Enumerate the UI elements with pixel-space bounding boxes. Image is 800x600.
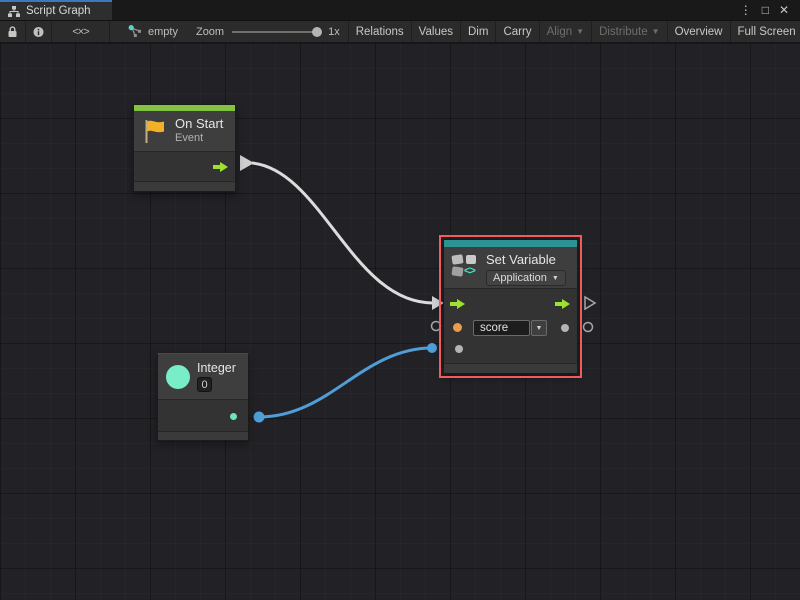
chevron-down-icon: ▼ bbox=[536, 325, 543, 332]
lock-icon bbox=[7, 26, 18, 38]
info-button[interactable] bbox=[26, 21, 52, 42]
value-wire-end-dot[interactable] bbox=[427, 343, 437, 353]
code-brackets-icon: <> bbox=[464, 265, 475, 277]
node-title: Integer bbox=[197, 361, 236, 375]
set-variable-icon: <> bbox=[452, 254, 479, 279]
node-footer bbox=[158, 431, 248, 440]
node-body: score ▼ bbox=[444, 288, 577, 363]
integer-circle-icon bbox=[166, 365, 190, 389]
node-header[interactable]: Integer 0 bbox=[158, 354, 248, 399]
maximize-icon[interactable]: □ bbox=[757, 2, 774, 18]
node-header[interactable]: On Start Event bbox=[134, 111, 235, 151]
chevron-down-icon: ▼ bbox=[576, 27, 584, 36]
toolbar-button-group: Relations Values Dim Carry Align ▼ Distr… bbox=[348, 21, 800, 42]
node-title: Set Variable bbox=[486, 252, 566, 267]
variable-name-input-port[interactable] bbox=[453, 323, 462, 332]
control-wire[interactable] bbox=[252, 163, 433, 303]
node-subtitle: Event bbox=[175, 132, 223, 145]
integer-value: 0 bbox=[201, 379, 207, 391]
visual-scripting-window: Script Graph ⋮ □ ✕ <×> bbox=[0, 0, 800, 600]
graph-status-label: empty bbox=[148, 26, 178, 38]
values-button[interactable]: Values bbox=[411, 21, 460, 42]
control-output-port-icon[interactable] bbox=[213, 162, 229, 172]
node-footer bbox=[444, 363, 577, 373]
zoom-label: Zoom bbox=[196, 26, 224, 38]
align-button[interactable]: Align ▼ bbox=[539, 21, 592, 42]
value-wire-start-dot[interactable] bbox=[254, 412, 265, 423]
variable-scope-dropdown[interactable]: Application ▼ bbox=[486, 270, 566, 286]
dim-button[interactable]: Dim bbox=[460, 21, 495, 42]
value-wire[interactable] bbox=[259, 348, 432, 417]
code-icon: <×> bbox=[72, 26, 88, 38]
zoom-slider-knob[interactable] bbox=[312, 27, 322, 37]
node-accent-stripe bbox=[444, 240, 577, 247]
graph-hierarchy-icon bbox=[8, 6, 20, 17]
graph-pointer-indicator[interactable]: empty bbox=[110, 21, 188, 42]
scope-value: Application bbox=[493, 272, 547, 284]
titlebar: Script Graph ⋮ □ ✕ bbox=[0, 0, 800, 20]
value-output-indicator-icon[interactable] bbox=[584, 323, 593, 332]
value-output-port[interactable] bbox=[561, 324, 569, 332]
node-footer bbox=[134, 181, 235, 191]
integer-value-field[interactable]: 0 bbox=[197, 377, 212, 392]
tab-label: Script Graph bbox=[26, 5, 91, 17]
variable-name-value: score bbox=[480, 322, 508, 334]
control-output-indicator-icon[interactable] bbox=[585, 297, 595, 309]
node-body bbox=[134, 151, 235, 181]
graph-toolbar: <×> empty Zoom 1x Relations Values Dim C… bbox=[0, 20, 800, 43]
node-titles: Integer 0 bbox=[197, 361, 236, 392]
control-input-port-icon[interactable] bbox=[450, 299, 466, 309]
graph-pointer-icon bbox=[128, 25, 143, 38]
variable-name-field[interactable]: score bbox=[473, 320, 530, 336]
tab-script-graph[interactable]: Script Graph bbox=[0, 0, 112, 20]
close-icon[interactable]: ✕ bbox=[774, 2, 794, 18]
overview-button[interactable]: Overview bbox=[667, 21, 730, 42]
relations-button[interactable]: Relations bbox=[348, 21, 411, 42]
chevron-down-icon: ▼ bbox=[652, 27, 660, 36]
zoom-cluster: Zoom 1x bbox=[188, 21, 348, 42]
lock-button[interactable] bbox=[0, 21, 26, 42]
graph-canvas[interactable]: On Start Event <> Set Variable bbox=[0, 43, 800, 600]
chevron-down-icon: ▼ bbox=[552, 275, 559, 282]
node-set-variable[interactable]: <> Set Variable Application ▼ bbox=[443, 239, 578, 374]
node-titles: Set Variable Application ▼ bbox=[486, 252, 566, 286]
window-controls: ⋮ □ ✕ bbox=[735, 0, 800, 20]
control-wire-start-triangle[interactable] bbox=[240, 155, 254, 171]
integer-output-port[interactable] bbox=[230, 413, 237, 420]
wire-layer bbox=[0, 43, 800, 600]
variable-name-dropdown-button[interactable]: ▼ bbox=[531, 320, 547, 336]
value-input-indicator-icon[interactable] bbox=[432, 322, 441, 331]
node-on-start[interactable]: On Start Event bbox=[133, 104, 236, 192]
node-body bbox=[158, 399, 248, 431]
node-integer[interactable]: Integer 0 bbox=[157, 353, 249, 441]
flag-icon bbox=[142, 118, 168, 145]
node-title: On Start bbox=[175, 117, 223, 132]
code-preview-button[interactable]: <×> bbox=[52, 21, 110, 42]
distribute-button[interactable]: Distribute ▼ bbox=[591, 21, 667, 42]
full-screen-button[interactable]: Full Screen bbox=[730, 21, 800, 42]
node-header[interactable]: <> Set Variable Application ▼ bbox=[444, 247, 577, 288]
node-titles: On Start Event bbox=[175, 117, 223, 145]
value-input-port[interactable] bbox=[455, 345, 463, 353]
zoom-value: 1x bbox=[328, 26, 340, 38]
carry-button[interactable]: Carry bbox=[495, 21, 538, 42]
zoom-slider[interactable] bbox=[232, 31, 318, 33]
window-menu-icon[interactable]: ⋮ bbox=[735, 2, 757, 18]
info-icon bbox=[33, 26, 44, 38]
control-output-port-icon[interactable] bbox=[555, 299, 571, 309]
